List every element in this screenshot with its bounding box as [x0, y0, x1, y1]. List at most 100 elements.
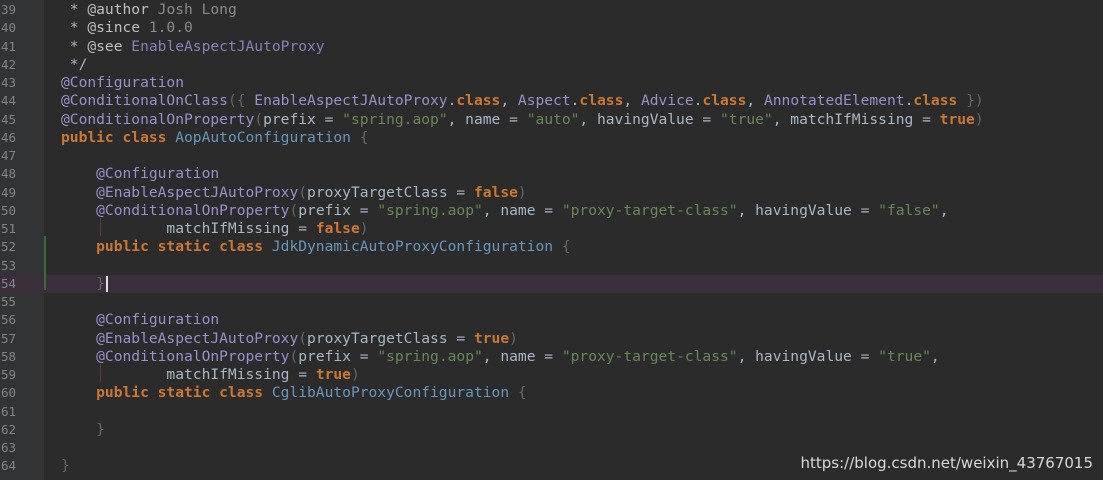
code-line[interactable]: 56 @Configuration [0, 311, 1103, 329]
code-token: , [623, 92, 641, 110]
line-number: 40 [1, 20, 17, 36]
code-line[interactable]: 45 @ConditionalOnProperty(prefix = "sprin… [0, 111, 1103, 129]
code-text: @ConditionalOnProperty(prefix = "spring.… [61, 202, 948, 220]
line-number: 52 [1, 239, 17, 255]
code-token: JdkDynamicAutoProxyConfiguration [271, 238, 554, 256]
code-line[interactable]: 59 matchIfMissing = true) [0, 366, 1103, 384]
code-text: @Configuration [61, 74, 184, 92]
code-text: @Configuration [61, 165, 219, 183]
line-number: 55 [1, 294, 17, 309]
code-token: "spring.aop" [342, 110, 448, 128]
code-text: } [61, 457, 70, 475]
code-token: proxyTargetClass = [307, 183, 474, 201]
code-text: matchIfMissing = true) [61, 366, 359, 384]
code-line[interactable]: 43 @Configuration [0, 74, 1103, 92]
code-token: * [61, 1, 88, 18]
code-token: EnableAspectJAutoProxy [122, 37, 325, 55]
line-number: 51 [1, 221, 17, 236]
code-token: { [350, 128, 369, 146]
code-token: prefix = [263, 110, 343, 128]
code-token: AnnotatedElement [763, 92, 905, 110]
code-token: @see [87, 37, 123, 55]
line-number: 64 [1, 458, 17, 474]
code-line[interactable]: 54 } [0, 274, 1103, 293]
line-number: 60 [1, 385, 17, 401]
code-text: @EnableAspectJAutoProxy(proxyTargetClass… [61, 330, 518, 348]
code-token: "auto" [526, 110, 580, 128]
code-text: @Configuration [61, 311, 219, 329]
code-editor[interactable]: 39 * @author Josh Long 40 * @since 1.0.0 4… [0, 0, 1103, 480]
code-token: "spring.aop" [377, 347, 483, 365]
code-line[interactable]: 58 @ConditionalOnProperty(prefix = "spri… [0, 348, 1103, 366]
code-line[interactable]: 42 */ [0, 56, 1103, 74]
code-line[interactable]: 57 @EnableAspectJAutoProxy(proxyTargetCl… [0, 330, 1103, 348]
line-number: 45 [1, 111, 17, 127]
code-line[interactable]: 39 * @author Josh Long [0, 1, 1103, 19]
indent-guide-warning [100, 364, 101, 382]
code-text: } [61, 275, 108, 293]
code-token: false [315, 220, 360, 237]
line-number: 49 [1, 184, 17, 200]
code-token: "true" [878, 347, 931, 365]
code-line[interactable]: 55 [0, 293, 1103, 311]
code-line[interactable]: 47 [0, 147, 1103, 165]
code-token: class [913, 92, 958, 110]
code-line[interactable]: 41 * @see EnableAspectJAutoProxy [0, 38, 1103, 56]
code-token: ) [517, 183, 527, 201]
code-token: } [61, 420, 105, 438]
code-line[interactable]: 62 } [0, 421, 1103, 439]
text-caret [105, 275, 108, 292]
code-token: AopAutoConfiguration [175, 128, 351, 146]
code-text: * @see EnableAspectJAutoProxy [61, 38, 325, 56]
code-line[interactable]: 40 * @since 1.0.0 [0, 19, 1103, 37]
code-token: "proxy-target-class" [561, 201, 738, 219]
code-token: "true" [720, 110, 773, 128]
code-token: "spring.aop" [377, 201, 483, 219]
code-token: @ConditionalOnProperty [61, 347, 290, 365]
code-line[interactable]: 60 public static class CglibAutoProxyCon… [0, 384, 1103, 402]
code-token: "false" [878, 201, 940, 219]
code-token: @EnableAspectJAutoProxy [61, 183, 299, 201]
code-token: { [509, 384, 527, 402]
code-token: ) [509, 329, 518, 347]
code-text: @ConditionalOnClass({ EnableAspectJAutoP… [61, 92, 984, 110]
code-line[interactable]: 49 @EnableAspectJAutoProxy(proxyTargetCl… [0, 184, 1103, 202]
code-text: @ConditionalOnProperty(prefix = "spring.… [61, 348, 940, 366]
code-token: false [473, 183, 518, 201]
code-line[interactable]: 48 @Configuration [0, 165, 1103, 183]
code-token: */ [61, 55, 88, 73]
code-token: ) [359, 220, 369, 237]
line-number: 41 [1, 38, 17, 54]
code-line[interactable]: 61 [0, 403, 1103, 421]
code-token: @ConditionalOnProperty [61, 110, 255, 128]
code-token: ) [974, 110, 984, 128]
code-line[interactable]: 46 public class AopAutoConfiguration { [0, 129, 1103, 147]
code-text: @ConditionalOnProperty(prefix = "spring.… [61, 111, 984, 129]
code-line[interactable]: 50 @ConditionalOnProperty(prefix = "spri… [0, 202, 1103, 220]
code-token: prefix = [298, 347, 378, 365]
line-number: 57 [1, 330, 17, 346]
code-token: public static class [61, 238, 272, 256]
code-token: * [61, 37, 88, 55]
line-number: 61 [1, 403, 17, 419]
code-token: ( [254, 110, 264, 128]
code-line[interactable]: 51 matchIfMissing = false) [0, 220, 1103, 238]
code-line[interactable]: 53 [0, 257, 1103, 275]
code-line[interactable]: 44 @ConditionalOnClass({ EnableAspectJAut… [0, 92, 1103, 110]
code-token: @ConditionalOnProperty [61, 201, 290, 219]
line-number: 48 [1, 166, 17, 182]
code-token: ( [289, 201, 299, 219]
code-token: true [473, 329, 510, 347]
code-text: matchIfMissing = false) [61, 220, 369, 238]
line-number: 50 [1, 202, 17, 218]
indent-guide-warning [100, 218, 101, 236]
code-token: , [746, 92, 764, 110]
code-line[interactable]: 52 public static class JdkDynamicAutoPro… [0, 238, 1103, 256]
line-number: 43 [1, 75, 17, 90]
code-token: } [61, 274, 105, 292]
code-token: } [61, 457, 70, 475]
line-number: 39 [1, 2, 17, 17]
code-token: , havingValue = [737, 347, 879, 365]
code-token: prefix = [298, 201, 378, 219]
code-token: , name = [482, 201, 562, 219]
